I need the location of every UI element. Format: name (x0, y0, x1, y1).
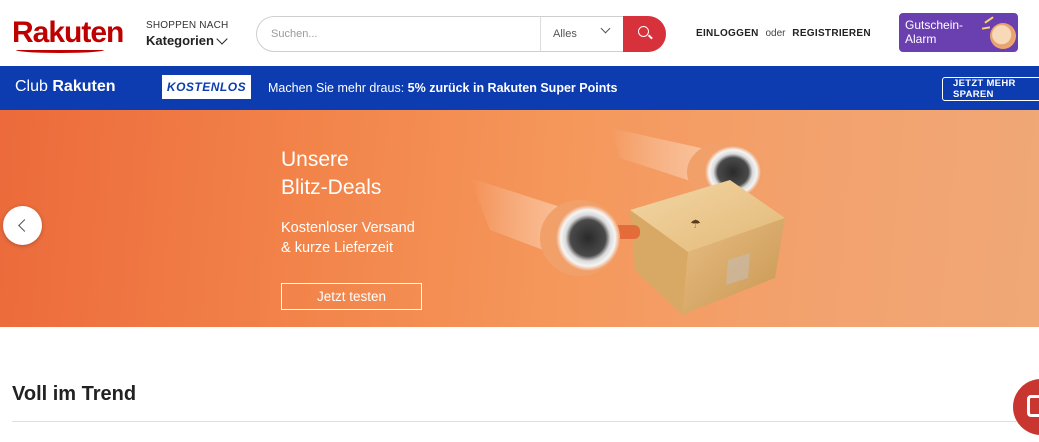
section-divider (12, 421, 1019, 422)
alarm-ray (984, 16, 994, 24)
search-input[interactable] (257, 17, 540, 51)
alarm-clock-icon (990, 23, 1016, 49)
free-badge: KOSTENLOS (162, 75, 251, 99)
club-rakuten-logo[interactable]: Club Rakuten (15, 78, 115, 96)
carousel-prev-button[interactable] (3, 206, 42, 245)
hero-title: Unsere Blitz-Deals (281, 146, 381, 202)
hero-subtitle: Kostenloser Versand & kurze Lieferzeit (281, 218, 415, 258)
categories-label: Kategorien (146, 33, 214, 48)
register-link[interactable]: REGISTRIEREN (792, 28, 871, 39)
try-now-button[interactable]: Jetzt testen (281, 283, 422, 310)
club-logo-left: Club (15, 78, 48, 95)
chevron-down-icon (216, 32, 228, 45)
rakuten-logo[interactable]: Rakuten (12, 16, 124, 50)
section-title: Voll im Trend (12, 383, 137, 405)
club-message-highlight: 5% zurück in Rakuten Super Points (407, 81, 618, 95)
chevron-left-icon (18, 219, 31, 232)
auth-separator: oder (765, 28, 786, 39)
engine (556, 205, 620, 271)
club-message: Machen Sie mehr draus: 5% zurück in Raku… (268, 81, 617, 95)
search-bar: Alles (256, 16, 666, 52)
chevron-down-icon (600, 23, 611, 34)
alarm-ray (981, 26, 991, 30)
club-rakuten-bar: Club Rakuten KOSTENLOS Machen Sie mehr d… (0, 66, 1039, 110)
hero-subtitle-line2: & kurze Lieferzeit (281, 240, 394, 256)
coupon-alarm-label: Gutschein-Alarm (905, 18, 964, 46)
coupon-alarm-button[interactable]: Gutschein-Alarm (899, 13, 1018, 52)
site-header: Rakuten SHOPPEN NACH Kategorien Alles EI… (0, 0, 1039, 66)
login-link[interactable]: EINLOGGEN (696, 28, 759, 39)
search-button[interactable] (623, 16, 666, 52)
club-message-prefix: Machen Sie mehr draus: (268, 81, 405, 95)
auth-links: EINLOGGEN oder REGISTRIEREN (696, 28, 871, 39)
page: Rakuten SHOPPEN NACH Kategorien Alles EI… (0, 0, 1039, 442)
fragile-icon: ☂ (690, 217, 701, 231)
club-logo-right: Rakuten (52, 78, 116, 95)
search-icon (638, 26, 649, 37)
categories-small-label: SHOPPEN NACH (146, 20, 229, 31)
categories-menu[interactable]: SHOPPEN NACH Kategorien (146, 20, 228, 48)
hero-subtitle-line1: Kostenloser Versand (281, 220, 415, 236)
chat-button[interactable] (1013, 379, 1039, 435)
chat-icon (1027, 395, 1039, 417)
save-more-button[interactable]: JETZT MEHR SPAREN (942, 77, 1039, 101)
hero-banner[interactable]: ☂ Unsere Blitz-Deals Kostenloser Versand… (0, 110, 1039, 327)
search-scope-select[interactable]: Alles (541, 17, 625, 51)
hero-title-line1: Unsere (281, 148, 349, 171)
search-scope-value: Alles (553, 28, 577, 40)
logo-swoosh (16, 47, 104, 53)
hero-title-line2: Blitz-Deals (281, 176, 382, 199)
flying-package-illustration: ☂ (470, 128, 785, 315)
categories-label-row: Kategorien (146, 32, 228, 48)
